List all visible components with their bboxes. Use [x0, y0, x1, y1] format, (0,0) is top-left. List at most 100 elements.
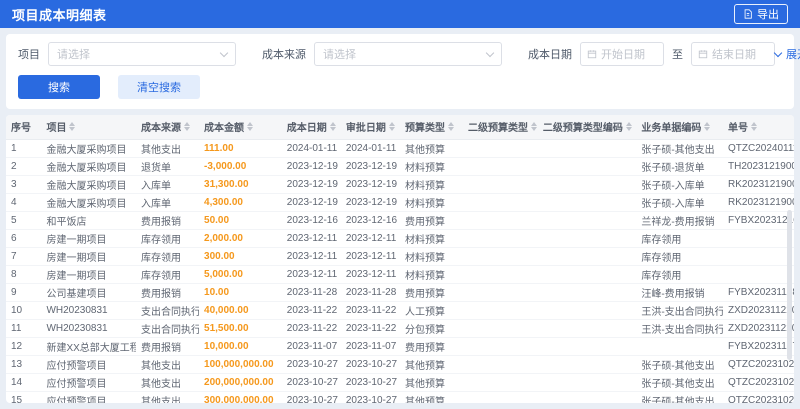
- column-label: 二级预算类型: [467, 123, 528, 135]
- table-cell-sub-budget-type: [462, 211, 538, 230]
- column-label: 二级预算类型编码: [542, 123, 623, 135]
- table-cell-cost-amount: 300.00: [199, 247, 282, 266]
- table-cell-sub-budget-type: [462, 247, 538, 266]
- table-row: 11 WH20230831 支出合同执行 51,500.00 2023-11-22 202…: [6, 319, 794, 338]
- chevron-down-icon: [485, 48, 495, 57]
- table-cell-cost-amount: 40,000.00: [199, 301, 282, 320]
- table-cell-sub-budget-type-code: [537, 373, 637, 392]
- sort-icon[interactable]: [625, 122, 632, 132]
- sort-icon[interactable]: [329, 122, 336, 132]
- column-header-cost-source[interactable]: 成本来源: [136, 115, 200, 140]
- topbar: 项目成本明细表 导出: [0, 0, 800, 28]
- table-cell-sub-budget-type-code: [537, 319, 637, 338]
- column-header-cost-amount[interactable]: 成本金额: [199, 115, 282, 140]
- table-cell-cost-amount: 300,000,000.00: [199, 391, 282, 403]
- table-cell-sub-budget-type-code: [537, 283, 637, 302]
- table-cell-business-doc: 库存领用: [636, 247, 724, 266]
- project-select[interactable]: 请选择: [48, 42, 236, 66]
- table-cell-budget-type: 其他预算: [399, 373, 463, 392]
- project-filter: 项目 请选择: [18, 42, 236, 66]
- table-cell-sub-budget-type: [462, 157, 538, 176]
- table-cell-cost-date: 2023-12-19: [281, 175, 341, 194]
- table-vertical-scrollbar[interactable]: [787, 210, 792, 360]
- table-cell-project: WH20230831: [41, 301, 136, 320]
- sort-icon[interactable]: [530, 122, 537, 132]
- export-button[interactable]: 导出: [734, 4, 788, 24]
- table-cell-project: 金融大厦采购项目: [41, 139, 136, 158]
- calendar-icon: [587, 49, 597, 59]
- column-header-doc-no[interactable]: 单号: [723, 115, 794, 140]
- sort-icon[interactable]: [184, 122, 190, 132]
- table-cell-project: WH20230831: [41, 319, 136, 338]
- table-cell-cost-source: 费用报销: [136, 337, 200, 356]
- export-icon: [743, 9, 753, 19]
- sort-icon[interactable]: [69, 122, 76, 132]
- column-header-business-doc[interactable]: 业务单据编码: [636, 115, 724, 140]
- table-cell-business-doc: 王洪-支出合同执行: [636, 319, 724, 338]
- table-cell-doc-no: ZXD20231122001: [723, 319, 794, 338]
- sort-icon[interactable]: [751, 122, 758, 132]
- column-label: 项目: [46, 123, 67, 135]
- table-cell-approval-date: 2023-10-27: [340, 355, 400, 374]
- table-cell-project: 金融大厦采购项目: [41, 157, 136, 176]
- table-cell-cost-source: 支出合同执行: [136, 301, 200, 320]
- filter-panel: 项目 请选择 成本来源 请选择 成本日期 开始日期 至 结束日期 展 搜索 清空…: [6, 34, 800, 109]
- table-cell-cost-source: 其他支出: [136, 355, 200, 374]
- table-cell-cost-amount: 5,000.00: [199, 265, 282, 284]
- search-button[interactable]: 搜索: [18, 75, 100, 99]
- cost-source-select[interactable]: 请选择: [314, 42, 502, 66]
- table-row: 12新建XX总部大厦工程二期费用报销10,000.002023-11-07202…: [6, 337, 794, 356]
- project-select-placeholder: 请选择: [57, 49, 90, 61]
- start-date-input[interactable]: 开始日期: [580, 42, 664, 66]
- start-date-placeholder: 开始日期: [601, 49, 645, 61]
- column-header-sub-budget-type-code[interactable]: 二级预算类型编码: [537, 115, 637, 140]
- column-header-cost-date[interactable]: 成本日期: [281, 115, 341, 140]
- chevron-down-icon: [219, 48, 229, 57]
- column-label: 审批日期: [345, 123, 386, 135]
- table-cell-doc-no: QTZC20231027002: [723, 355, 794, 374]
- cost-date-filter: 成本日期 开始日期 至 结束日期: [528, 42, 775, 66]
- table-cell-doc-no: [723, 229, 794, 248]
- sort-icon[interactable]: [704, 122, 711, 132]
- cost-source-filter: 成本来源 请选择: [262, 42, 502, 66]
- table-cell-cost-date: 2023-11-22: [281, 301, 341, 320]
- table-row: 9 公司基建项目 费用报销 10.00 2023-11-28 2023-11-28 费用预算…: [6, 283, 794, 302]
- table-cell-business-doc: 王洪-支出合同执行: [636, 301, 724, 320]
- table-cell-sub-budget-type: [462, 355, 538, 374]
- column-header-project[interactable]: 项目: [41, 115, 136, 140]
- sort-icon[interactable]: [247, 122, 254, 132]
- table-cell-cost-source: 入库单: [136, 193, 200, 212]
- table-cell-doc-no: FYBX20231128001: [723, 283, 794, 302]
- table-row: 3 金融大厦采购项目 入库单 31,300.00 2023-12-19 2023-12-1…: [6, 175, 794, 194]
- column-header-approval-date[interactable]: 审批日期: [340, 115, 400, 140]
- table-cell-index: 1: [6, 139, 42, 158]
- table-cell-sub-budget-type-code: [537, 229, 637, 248]
- table-cell-sub-budget-type: [462, 373, 538, 392]
- table-cell-business-doc: 张子硕-其他支出: [636, 355, 724, 374]
- table-cell-cost-amount: 2,000.00: [199, 229, 282, 248]
- table-cell-business-doc: 张子硕-其他支出: [636, 373, 724, 392]
- column-label: 成本来源: [141, 123, 181, 135]
- table-cell-approval-date: 2023-12-11: [340, 265, 400, 284]
- table-cell-cost-source: 支出合同执行: [136, 319, 200, 338]
- column-header-budget-type[interactable]: 预算类型: [399, 115, 463, 140]
- table-cell-cost-date: 2023-12-11: [281, 265, 341, 284]
- table-cell-business-doc: 张子硕-入库单: [636, 175, 724, 194]
- table-cell-approval-date: 2023-12-19: [340, 157, 400, 176]
- sort-icon[interactable]: [447, 122, 454, 132]
- table-cell-sub-budget-type-code: [537, 157, 637, 176]
- table-cell-index: 4: [6, 193, 42, 212]
- end-date-input[interactable]: 结束日期: [691, 42, 775, 66]
- expand-filters-link[interactable]: 展开筛选: [773, 46, 800, 62]
- table-cell-approval-date: 2023-11-28: [340, 283, 400, 302]
- table-cell-approval-date: 2023-11-22: [340, 319, 400, 338]
- table-cell-cost-source: 库存领用: [136, 265, 200, 284]
- filter-buttons: 搜索 清空搜索: [18, 75, 782, 99]
- table-cell-business-doc: 张子硕-其他支出: [636, 139, 724, 158]
- clear-search-button[interactable]: 清空搜索: [118, 75, 200, 99]
- table-cell-doc-no: FYBX20231107001: [723, 337, 794, 356]
- sort-icon[interactable]: [388, 122, 395, 132]
- column-header-sub-budget-type[interactable]: 二级预算类型: [462, 115, 538, 140]
- table-cell-approval-date: 2024-01-11: [340, 139, 400, 158]
- table-cell-cost-source: 其他支出: [136, 391, 200, 403]
